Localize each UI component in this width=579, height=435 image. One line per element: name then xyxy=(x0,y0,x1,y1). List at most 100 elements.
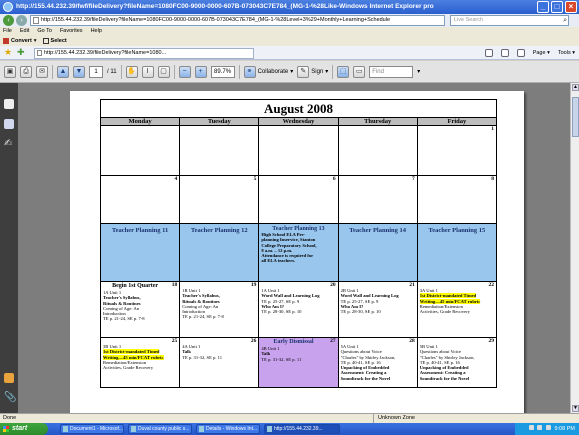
maximize-button[interactable]: □ xyxy=(551,1,563,13)
start-button[interactable]: start xyxy=(0,423,48,435)
menu-favorites[interactable]: Favorites xyxy=(60,27,83,36)
lesson-line: TE p. 28-30, SE p. 10 xyxy=(340,309,381,315)
forward-button[interactable]: › xyxy=(16,15,27,26)
calendar-day-cell-monday: 18 Begin 1st Quarter 1A Unit 1 Teacher's Sy… xyxy=(99,281,181,338)
page-number-input[interactable]: 1 xyxy=(89,65,103,78)
menu-edit[interactable]: Edit xyxy=(20,27,29,36)
calendar-day-cell-monday xyxy=(99,125,181,176)
day-header-wednesday: Wednesday xyxy=(258,117,339,126)
bookmarks-panel-icon[interactable] xyxy=(4,119,14,129)
fit-width-icon[interactable]: ▭ xyxy=(353,65,366,78)
pdf-document-area[interactable]: August 2008 Monday Tuesday Wednesday Thu… xyxy=(18,83,570,413)
attachments-clip-icon[interactable]: 📎 xyxy=(4,393,16,403)
browser-tab[interactable]: http://155.44.232.39/fileDelivery?fileNa… xyxy=(34,48,254,59)
page-menu[interactable]: Page ▾ xyxy=(533,48,550,58)
taskbar-item-word[interactable]: Document1 - Microsof... xyxy=(60,424,124,434)
calendar-day-cell-monday: 4 xyxy=(99,175,181,224)
pdf-navigation-panel: ✍ 📎 xyxy=(0,83,18,413)
clock: 9:08 PM xyxy=(554,426,575,432)
favorites-star-icon[interactable]: ★ xyxy=(4,47,12,58)
address-input[interactable]: http://155.44.232.39/fileDelivery?fileNa… xyxy=(30,15,445,26)
menu-file[interactable]: File xyxy=(3,27,12,36)
vertical-scrollbar[interactable]: ▲ ▼ xyxy=(570,83,579,413)
scroll-up-arrow[interactable]: ▲ xyxy=(572,84,579,91)
lesson-line: Activities, Grade Recovery xyxy=(419,309,470,315)
calendar-day-cell-friday: 1 xyxy=(416,125,498,176)
snapshot-icon[interactable]: ▢ xyxy=(157,65,170,78)
taskbar-item-label: Duval county public s... xyxy=(138,426,190,432)
convert-button[interactable]: Convert ▾ xyxy=(3,36,37,46)
calendar-day-cell-friday: 29 5B Unit 1 Questions about Voice "Charles… xyxy=(416,337,498,388)
calendar-day-cell-thursday xyxy=(337,125,418,176)
word-icon xyxy=(63,426,68,432)
add-favorite-icon[interactable]: ✚ xyxy=(17,47,25,58)
day-number: 26 xyxy=(250,338,257,344)
address-url: http://155.44.232.39/fileDelivery?fileNa… xyxy=(41,17,391,23)
zoom-level-select[interactable]: 89.7% xyxy=(210,65,235,78)
email-icon[interactable]: ✉ xyxy=(36,65,48,78)
ie-icon xyxy=(199,426,204,432)
find-dropdown[interactable]: ▾ xyxy=(417,68,420,75)
calendar-day-cell-friday: 8 xyxy=(416,175,498,224)
calendar-week-row: 1 xyxy=(99,125,498,176)
scroll-down-arrow[interactable]: ▼ xyxy=(572,405,579,412)
day-number: 12 xyxy=(241,227,248,234)
taskbar-item-pdf[interactable]: http://155.44.232.39... xyxy=(264,424,340,434)
day-number: 14 xyxy=(399,227,407,234)
taskbar-item-duval[interactable]: Duval county public s... xyxy=(128,424,192,434)
select-text-icon[interactable]: I xyxy=(141,65,154,78)
menu-goto[interactable]: Go To xyxy=(37,27,52,36)
collaborate-button[interactable]: ⚭ Collaborate ▾ xyxy=(243,65,293,78)
window-titlebar: http://155.44.232.39/fwf/fileDelivery?fi… xyxy=(0,0,579,14)
hand-tool-icon[interactable]: ✋ xyxy=(125,65,138,78)
select-button[interactable]: Select xyxy=(42,36,67,46)
signatures-panel-icon[interactable]: ✍ xyxy=(4,139,14,149)
inservice-notice: High School ELA Pre-planning Inservice, … xyxy=(261,232,335,264)
previous-page-icon[interactable]: ▲ xyxy=(57,65,69,78)
taskbar-item-label: Document1 - Microsof... xyxy=(70,426,124,432)
highlighted-text: Writing—45 min/FCAT rubric xyxy=(103,354,164,360)
lesson-lines: 3A Unit 1 1st District-mandated Timed Writ… xyxy=(419,288,494,315)
back-button[interactable]: ‹ xyxy=(3,15,14,26)
print-pdf-icon[interactable]: ⎙ xyxy=(20,65,32,78)
lesson-line: Soundtrack for the Novel xyxy=(419,375,470,381)
zoom-in-icon[interactable]: + xyxy=(194,65,207,78)
tray-volume-icon[interactable] xyxy=(537,425,543,430)
day-number: 4 xyxy=(174,176,178,182)
security-lock-icon[interactable] xyxy=(4,373,14,383)
scroll-thumb[interactable] xyxy=(572,97,579,137)
taskbar-item-details[interactable]: Details - Windows Int... xyxy=(196,424,260,434)
fit-page-icon[interactable]: ⬚ xyxy=(337,65,350,78)
minimize-button[interactable]: _ xyxy=(537,1,549,13)
tray-security-icon[interactable] xyxy=(545,425,551,430)
pages-panel-icon[interactable] xyxy=(4,99,14,109)
select-label: Select xyxy=(50,38,67,44)
close-button[interactable]: × xyxy=(565,1,577,13)
day-number: 18 xyxy=(171,282,178,288)
calendar-day-cell-thursday: 21 2B Unit 1 Word Wall and Learning Log TE … xyxy=(337,281,418,338)
zoom-out-icon[interactable]: − xyxy=(178,65,191,78)
find-input[interactable]: Find xyxy=(369,65,414,78)
menu-help[interactable]: Help xyxy=(91,27,102,36)
save-icon[interactable]: ▣ xyxy=(4,65,16,78)
day-number: 27 xyxy=(330,338,336,344)
live-search-input[interactable]: Live Search ⌕ xyxy=(450,15,569,26)
feeds-icon[interactable] xyxy=(500,49,509,57)
day-event-header: Begin 1st Quarter xyxy=(112,283,159,289)
search-icon[interactable]: ⌕ xyxy=(563,16,567,25)
calendar-day-cell-tuesday: 5 xyxy=(179,175,260,224)
print-icon[interactable] xyxy=(516,49,525,57)
lesson-line: TE p. 21-24, SE p. 7-8 xyxy=(182,314,224,320)
calendar-day-cell-monday: 25 3B Unit 1 1st District-mandated Timed Wr… xyxy=(99,337,181,388)
sign-button[interactable]: ✎ Sign ▾ xyxy=(297,65,328,78)
tools-menu[interactable]: Tools ▾ xyxy=(558,48,575,58)
home-icon[interactable] xyxy=(484,49,493,57)
tray-network-icon[interactable] xyxy=(528,425,534,430)
calendar-day-cell-friday: Teacher Planning 15 xyxy=(416,223,498,282)
toolbar-separator xyxy=(332,64,334,79)
calendar-day-cell-friday: 22 3A Unit 1 1st District-mandated Timed Wr… xyxy=(416,281,498,338)
start-label: start xyxy=(12,425,28,432)
inservice-line: all ELA teachers. xyxy=(261,258,296,264)
next-page-icon[interactable]: ▼ xyxy=(73,65,85,78)
calendar-day-cell-thursday: 28 5A Unit 1 Questions about Voice "Charles… xyxy=(337,337,418,388)
